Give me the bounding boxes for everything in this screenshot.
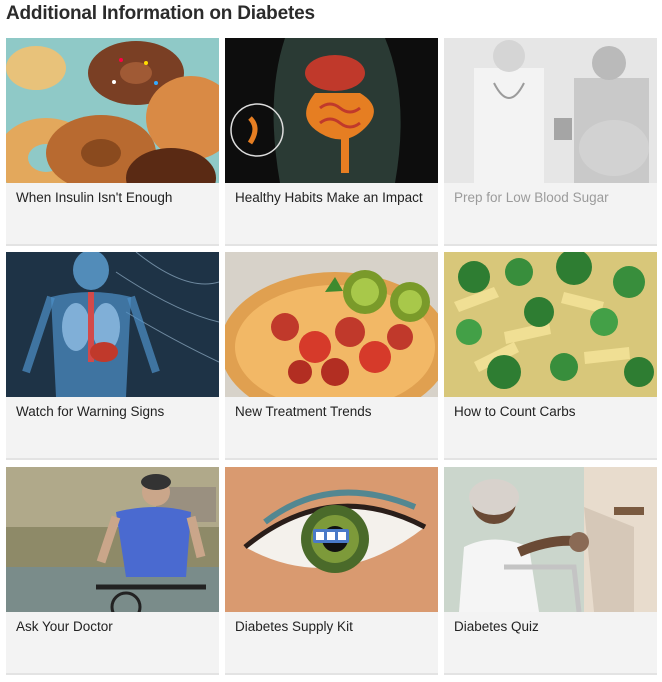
- card-how-to-count-carbs[interactable]: How to Count Carbs: [444, 252, 657, 460]
- eye-closeup-photo: [225, 467, 438, 612]
- card-healthy-habits[interactable]: Healthy Habits Make an Impact: [225, 38, 438, 246]
- diabetes-info-section: Additional Information on Diabetes When …: [0, 0, 662, 682]
- x-ray-body-illustration: [6, 252, 219, 397]
- woman-with-caregiver-photo: [444, 467, 657, 612]
- card-label: Watch for Warning Signs: [16, 404, 165, 419]
- section-title: Additional Information on Diabetes: [6, 3, 315, 24]
- card-label: Ask Your Doctor: [16, 619, 113, 634]
- card-label: New Treatment Trends: [235, 404, 372, 419]
- card-prep-low-blood-sugar[interactable]: Prep for Low Blood Sugar: [444, 38, 657, 246]
- card-label: Diabetes Quiz: [454, 619, 539, 634]
- card-label: Prep for Low Blood Sugar: [454, 190, 609, 205]
- doctor-with-pregnant-patient-photo: [444, 38, 657, 183]
- card-ask-your-doctor[interactable]: Ask Your Doctor: [6, 467, 219, 675]
- card-label: How to Count Carbs: [454, 404, 576, 419]
- card-new-treatment-trends[interactable]: New Treatment Trends: [225, 252, 438, 460]
- digestive-system-illustration: [225, 38, 438, 183]
- card-when-insulin-isnt-enough[interactable]: When Insulin Isn't Enough: [6, 38, 219, 246]
- pasta-with-broccoli-photo: [444, 252, 657, 397]
- card-diabetes-quiz[interactable]: Diabetes Quiz: [444, 467, 657, 675]
- card-label: Healthy Habits Make an Impact: [235, 190, 423, 205]
- man-on-bicycle-photo: [6, 467, 219, 612]
- card-diabetes-supply-kit[interactable]: Diabetes Supply Kit: [225, 467, 438, 675]
- donuts-photo: [6, 38, 219, 183]
- card-watch-warning-signs[interactable]: Watch for Warning Signs: [6, 252, 219, 460]
- fruit-bowl-photo: [225, 252, 438, 397]
- card-label: Diabetes Supply Kit: [235, 619, 353, 634]
- card-label: When Insulin Isn't Enough: [16, 190, 173, 205]
